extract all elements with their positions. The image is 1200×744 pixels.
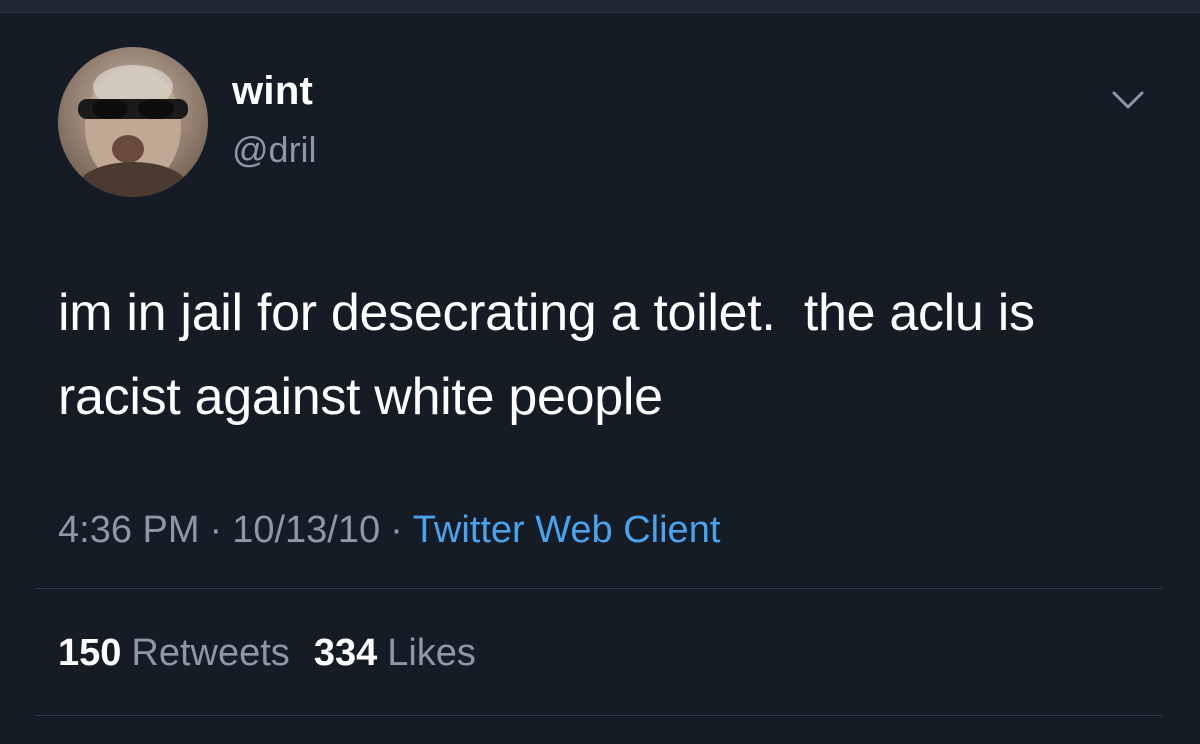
- chevron-down-icon[interactable]: [1108, 85, 1148, 115]
- user-handle[interactable]: @dril: [232, 129, 317, 171]
- divider: [36, 588, 1162, 589]
- likes-count: 334: [313, 632, 378, 674]
- retweets-stat[interactable]: 150 Retweets: [58, 632, 290, 674]
- tweet-time[interactable]: 4:36 PM: [58, 509, 200, 551]
- separator-dot: ·: [390, 509, 403, 551]
- retweets-label: Retweets: [131, 632, 290, 674]
- tweet-meta: 4:36 PM · 10/13/10 · Twitter Web Client: [58, 509, 720, 552]
- divider: [36, 715, 1162, 716]
- display-name[interactable]: wint: [232, 69, 313, 114]
- avatar[interactable]: [58, 47, 208, 197]
- separator-dot: ·: [209, 509, 223, 551]
- top-border: [0, 0, 1200, 13]
- tweet-stats: 150 Retweets 334 Likes: [58, 632, 476, 675]
- likes-stat[interactable]: 334 Likes: [314, 632, 476, 674]
- tweet-text: im in jail for desecrating a toilet. the…: [58, 284, 1049, 426]
- tweet-card: wint @dril im in jail for desecrating a …: [0, 13, 1200, 744]
- tweet-date[interactable]: 10/13/10: [232, 509, 380, 551]
- client-link[interactable]: Twitter Web Client: [413, 509, 721, 551]
- likes-label: Likes: [387, 632, 476, 674]
- retweets-count: 150: [58, 632, 122, 674]
